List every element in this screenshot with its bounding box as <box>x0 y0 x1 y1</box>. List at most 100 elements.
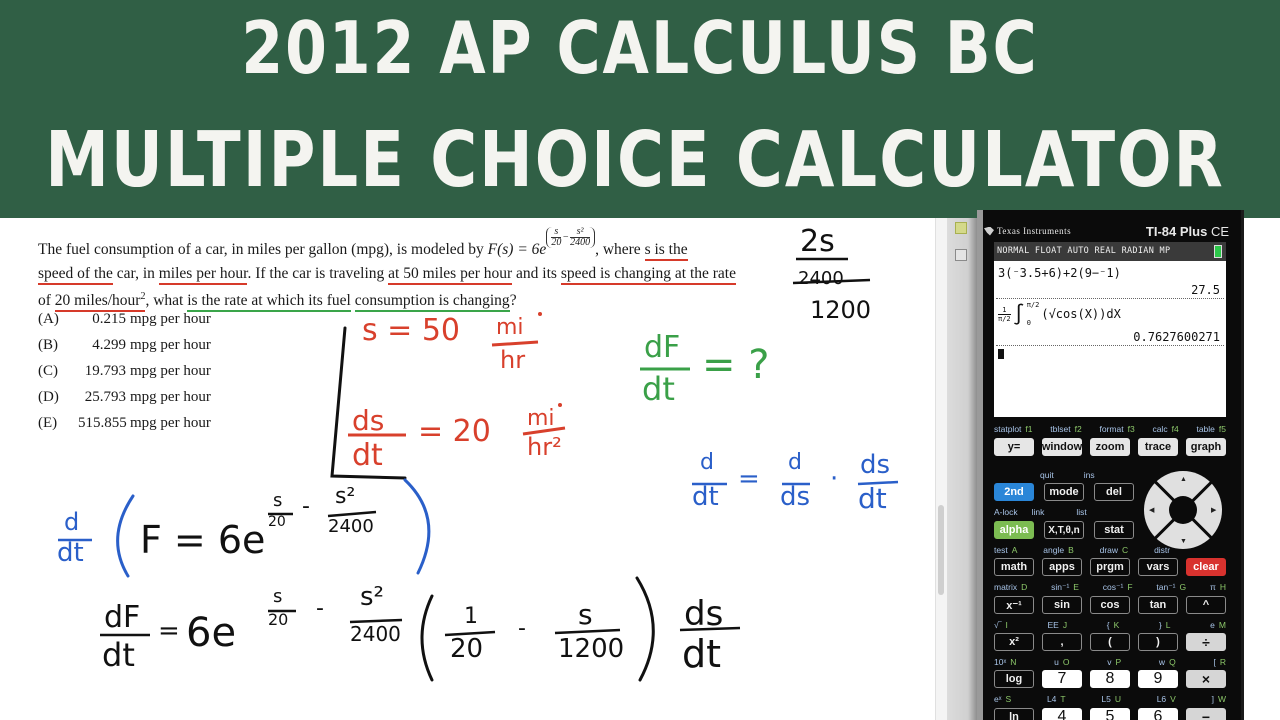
fn-label: format f3 <box>1099 424 1135 434</box>
key-4[interactable]: 4 <box>1042 708 1082 720</box>
document-canvas[interactable]: The fuel consumption of a car, in miles … <box>0 218 935 720</box>
key-del[interactable]: del <box>1094 483 1134 501</box>
fn-label: L6 V <box>1156 694 1176 704</box>
arrow-down-icon[interactable]: ▼ <box>1180 537 1187 545</box>
hw-dF: dF <box>644 330 681 365</box>
hw-dt-black-2: dt <box>682 632 722 676</box>
key-open-paren[interactable]: ( <box>1090 633 1130 651</box>
fn-label: calc f4 <box>1152 424 1179 434</box>
calculator-screen[interactable]: NORMAL FLOAT AUTO REAL RADIAN MP 3(⁻3.5+… <box>994 242 1226 417</box>
history-result: 0.7627600271 <box>996 329 1224 346</box>
choice-b: (B) 4.299 mpg per hour <box>38 337 211 363</box>
key-prgm[interactable]: prgm <box>1090 558 1130 576</box>
choice-letter: (C) <box>38 363 58 379</box>
formula-exponent: s 20− s² 2400 <box>546 227 596 249</box>
hw-6e: 6e <box>186 610 237 656</box>
key-apps[interactable]: apps <box>1042 558 1082 576</box>
fn-label: tblset f2 <box>1050 424 1082 434</box>
key-zoom[interactable]: zoom <box>1090 438 1130 456</box>
key-multiply[interactable]: × <box>1186 670 1226 688</box>
choice-c: (C) 19.793 mpg per hour <box>38 363 211 389</box>
arrow-right-icon[interactable]: ▶ <box>1211 506 1216 514</box>
key-7[interactable]: 7 <box>1042 670 1082 688</box>
fn-labels-row: √‾ I EE J {K } L eM <box>994 620 1226 630</box>
question-segment: , what <box>145 292 188 310</box>
key-power[interactable]: ^ <box>1186 596 1226 614</box>
key-math[interactable]: math <box>994 558 1034 576</box>
key-comma[interactable]: , <box>1042 633 1082 651</box>
history-expr: 3(⁻3.5+6)+2(9−⁻1) <box>998 266 1121 280</box>
hw-d-top-2: d <box>788 450 802 475</box>
hw-exp-s2: s² <box>335 484 356 509</box>
integral-sign-icon: ∫ <box>1012 302 1025 326</box>
blue-close-paren <box>403 478 431 575</box>
title-banner: 2012 AP Calculus BC Multiple Choice Calc… <box>0 0 1280 218</box>
key-stat[interactable]: stat <box>1094 521 1134 539</box>
key-inverse[interactable]: x⁻¹ <box>994 596 1034 614</box>
calculator-header: Texas Instruments TI-84 Plus CE <box>984 220 1229 242</box>
lower-limit: 0 <box>1026 319 1031 327</box>
key-y-equals[interactable]: y= <box>994 438 1034 456</box>
hw-hr2: hr² <box>527 433 562 461</box>
key-row-ln: ln 4 5 6 − <box>994 708 1226 720</box>
key-close-paren[interactable]: ) <box>1138 633 1178 651</box>
dpad[interactable]: ▲ ▼ ◀ ▶ <box>1144 471 1222 549</box>
vertical-scrollbar[interactable] <box>938 505 944 595</box>
hw-F-equals-6e: F = 6e <box>140 518 266 562</box>
choice-d: (D) 25.793 mpg per hour <box>38 389 211 415</box>
key-divide[interactable]: ÷ <box>1186 633 1226 651</box>
grid-icon[interactable] <box>955 222 967 234</box>
key-window[interactable]: window <box>1042 438 1082 456</box>
key-tan[interactable]: tan <box>1138 596 1178 614</box>
dot-mi2 <box>558 403 562 407</box>
fn-label: uO <box>1054 657 1070 667</box>
hw-d-top: d <box>700 450 714 475</box>
key-cos[interactable]: cos <box>1090 596 1130 614</box>
fn-labels-row: statplot f1 tblset f2 format f3 calc f4 tabl… <box>994 424 1226 434</box>
fn-label: quit <box>1040 470 1054 480</box>
key-mode[interactable]: mode <box>1044 483 1084 501</box>
hw-exp-20: 20 <box>268 514 286 530</box>
fn-label: ] W <box>1211 694 1226 704</box>
key-8[interactable]: 8 <box>1090 670 1130 688</box>
choice-value: 4.299 <box>92 337 126 353</box>
key-graph[interactable]: graph <box>1186 438 1226 456</box>
key-alpha[interactable]: alpha <box>994 521 1034 539</box>
choice-letter: (E) <box>38 415 58 431</box>
hw-exp2-s2: s² <box>360 582 384 612</box>
fn-label: list <box>1076 507 1087 517</box>
key-sin[interactable]: sin <box>1042 596 1082 614</box>
copy-icon[interactable] <box>955 249 967 261</box>
key-square[interactable]: x² <box>994 633 1034 651</box>
choice-unit: mpg per hour <box>130 363 211 379</box>
fn-label: ins <box>1083 470 1095 480</box>
history-expr-integral: 1 π/2 ∫ π/2 0 (√cos(X))dX <box>994 299 1226 329</box>
hw-mi-2: mi <box>527 406 555 431</box>
hw-equals-20: = 20 <box>418 414 491 449</box>
key-row-2nd: 2nd mode del <box>994 483 1134 501</box>
hw-dot: · <box>830 464 839 494</box>
formula: F(s) = 6e s 20− s² 2400 <box>488 227 596 258</box>
question-segment: The fuel consumption of a car, in miles … <box>38 241 488 258</box>
arrow-left-icon[interactable]: ◀ <box>1149 506 1154 514</box>
arrow-up-icon[interactable]: ▲ <box>1180 475 1187 483</box>
hw-one: 1 <box>464 604 478 629</box>
key-9[interactable]: 9 <box>1138 670 1178 688</box>
key-clear[interactable]: clear <box>1186 558 1226 576</box>
key-5[interactable]: 5 <box>1090 708 1130 720</box>
dot-mi <box>538 312 542 316</box>
key-vars[interactable]: vars <box>1138 558 1178 576</box>
key-6[interactable]: 6 <box>1138 708 1178 720</box>
upper-limit: π/2 <box>1026 301 1040 309</box>
key-trace[interactable]: trace <box>1138 438 1178 456</box>
hw-minus: - <box>518 616 526 641</box>
fn-label: eˣ S <box>994 694 1012 704</box>
choice-value: 25.793 <box>84 389 126 405</box>
underlined-segment: 20 miles/hour2 <box>54 291 146 313</box>
key-xtθn[interactable]: X,T,θ,n <box>1044 521 1084 539</box>
key-2nd[interactable]: 2nd <box>994 483 1034 501</box>
fn-label: sin⁻¹ E <box>1051 582 1079 592</box>
key-log[interactable]: log <box>994 670 1034 688</box>
key-ln[interactable]: ln <box>994 708 1034 720</box>
key-subtract[interactable]: − <box>1186 708 1226 720</box>
